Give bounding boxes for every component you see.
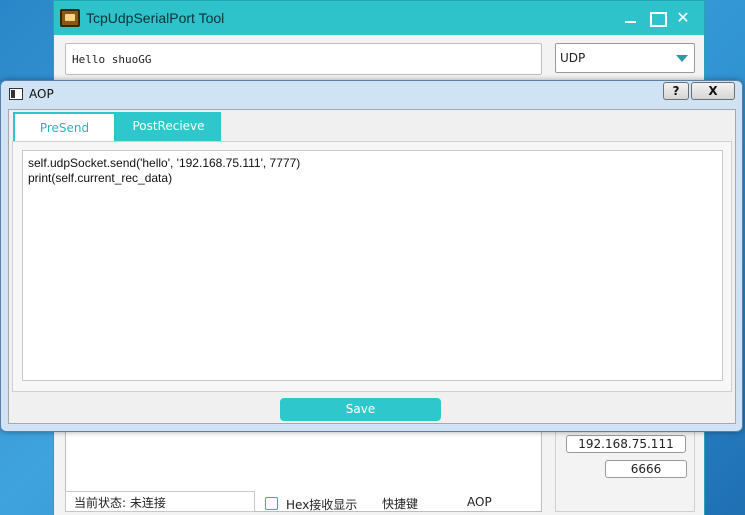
connection-settings-panel: 192.168.75.111 6666 [555,428,695,512]
aop-link[interactable]: AOP [467,495,492,509]
code-line: print(self.current_rec_data) [28,171,173,185]
close-icon[interactable]: ✕ [672,7,694,29]
minimize-icon[interactable] [620,7,642,29]
aop-dialog: AOP ? X PreSend PostRecieve self.udpSock… [0,80,743,432]
status-text: 当前状态: 未连接 [65,491,255,512]
main-title-bar[interactable]: TcpUdpSerialPort Tool ✕ [54,1,704,35]
remote-ip-field[interactable]: 192.168.75.111 [566,435,686,453]
dialog-title-bar[interactable]: AOP ? X [1,81,742,107]
code-line: self.udpSocket.send('hello', '192.168.75… [28,156,301,170]
shortcut-label[interactable]: 快捷键 [382,495,418,512]
dialog-content: PreSend PostRecieve self.udpSocket.send(… [8,109,736,424]
dialog-close-button[interactable]: X [691,82,735,100]
tab-bar: PreSend PostRecieve [12,112,732,141]
chevron-down-icon [676,55,688,62]
hex-receive-checkbox[interactable] [265,497,278,510]
protocol-select[interactable]: UDP [555,43,695,73]
save-button[interactable]: Save [280,398,441,421]
dialog-title: AOP [29,87,54,101]
tab-presend[interactable]: PreSend [13,112,116,141]
tab-postrecieve[interactable]: PostRecieve [116,112,221,141]
help-button[interactable]: ? [663,82,689,100]
main-window-title: TcpUdpSerialPort Tool [86,10,225,26]
send-text-input[interactable]: Hello shuoGG [65,43,542,75]
app-icon [60,9,80,27]
window-icon [9,88,23,100]
code-editor[interactable]: self.udpSocket.send('hello', '192.168.75… [22,150,723,381]
hex-receive-label[interactable]: Hex接收显示 [286,496,357,513]
tab-pane: self.udpSocket.send('hello', '192.168.75… [12,141,732,392]
protocol-select-value: UDP [560,51,586,65]
maximize-icon[interactable] [646,7,668,29]
remote-port-field[interactable]: 6666 [605,460,687,478]
